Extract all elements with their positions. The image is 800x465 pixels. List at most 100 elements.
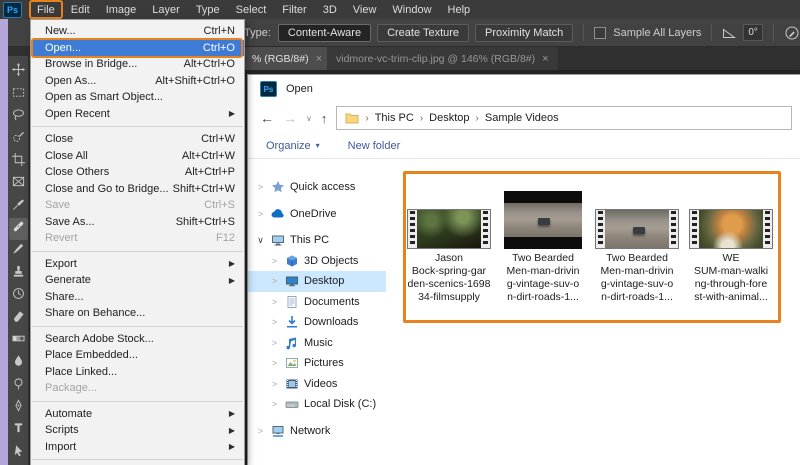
sidebar-item-3d-objects[interactable]: >3D Objects [248, 251, 386, 272]
file-item-2[interactable]: Two Bearded Men-man-drivin g-vintage-suv… [500, 187, 586, 304]
content-aware-button[interactable]: Content-Aware [277, 23, 372, 42]
menubar-item-file[interactable]: File [29, 0, 63, 19]
chevron-collapsed-icon[interactable]: > [256, 182, 265, 192]
menu-item-open-recent[interactable]: Open Recent ▶ [31, 106, 244, 123]
tool-blur[interactable] [9, 352, 28, 374]
new-folder-button[interactable]: New folder [348, 140, 401, 152]
tool-history-brush[interactable] [9, 285, 28, 307]
tool-crop[interactable] [9, 151, 28, 173]
menu-item-close[interactable]: Close Ctrl+W [31, 131, 244, 148]
menubar-item-edit[interactable]: Edit [63, 2, 98, 18]
sidebar-item-local-disk-c[interactable]: > Local Disk (C:) [248, 394, 386, 415]
sidebar-item-network[interactable]: > Network [248, 421, 386, 442]
menu-item-generate[interactable]: Generate ▶ [31, 272, 244, 289]
file-item-3[interactable]: Two Bearded Men-man-drivin g-vintage-suv… [594, 187, 680, 304]
menubar-item-image[interactable]: Image [98, 2, 145, 18]
tool-dodge[interactable] [9, 374, 28, 396]
chevron-collapsed-icon[interactable]: > [270, 379, 279, 389]
forward-arrow-icon[interactable]: → [283, 110, 297, 126]
breadcrumb-sample-videos[interactable]: Sample Videos [485, 112, 559, 124]
sample-all-layers-checkbox[interactable] [594, 26, 607, 39]
tool-type[interactable] [9, 419, 28, 441]
chevron-collapsed-icon[interactable]: > [270, 256, 279, 266]
chevron-collapsed-icon[interactable]: > [270, 399, 279, 409]
menu-item-close-others[interactable]: Close Others Alt+Ctrl+P [31, 164, 244, 181]
menu-item-share[interactable]: Share... [31, 289, 244, 306]
menu-item-browse-in-bridge[interactable]: Browse in Bridge... Alt+Ctrl+O [31, 56, 244, 73]
sidebar-item-desktop[interactable]: > Desktop [248, 271, 386, 292]
menubar-item-help[interactable]: Help [440, 2, 479, 18]
menu-item-place-embedded[interactable]: Place Embedded... [31, 347, 244, 364]
breadcrumb-this-pc[interactable]: This PC [375, 112, 414, 124]
menubar-item-layer[interactable]: Layer [144, 2, 188, 18]
chevron-collapsed-icon[interactable]: > [270, 297, 279, 307]
menubar-item-view[interactable]: View [345, 2, 385, 18]
create-texture-button[interactable]: Create Texture [377, 23, 470, 42]
chevron-collapsed-icon[interactable]: > [270, 317, 279, 327]
tool-brush[interactable] [9, 240, 28, 262]
chevron-collapsed-icon[interactable]: > [256, 209, 265, 219]
sidebar-item-this-pc[interactable]: ∨ This PC [248, 230, 386, 251]
proximity-match-button[interactable]: Proximity Match [475, 23, 574, 42]
sidebar-item-quick-access[interactable]: > Quick access [248, 177, 386, 198]
menubar-item-filter[interactable]: Filter [274, 2, 314, 18]
file-item-4[interactable]: WE SUM-man-walki ng-through-fore st-with… [688, 187, 774, 304]
menu-item-share-on-behance[interactable]: Share on Behance... [31, 305, 244, 322]
tool-quick-selection[interactable] [9, 128, 28, 150]
up-arrow-icon[interactable]: ↑ [321, 111, 328, 126]
tool-marquee[interactable] [9, 83, 28, 105]
menubar-item-select[interactable]: Select [228, 2, 275, 18]
menu-item-import[interactable]: Import ▶ [31, 439, 244, 456]
document-tab-2[interactable]: vidmore-vc-trim-clip.jpg @ 146% (RGB/8#)… [327, 47, 558, 70]
chevron-collapsed-icon[interactable]: > [270, 276, 279, 286]
organize-button[interactable]: Organize ▾ [266, 140, 320, 152]
tool-eyedropper[interactable] [9, 195, 28, 217]
sidebar-item-music[interactable]: > Music [248, 333, 386, 354]
close-icon[interactable]: × [542, 53, 548, 65]
document-tab-1[interactable]: % (RGB/8#) × [243, 47, 332, 70]
close-icon[interactable]: × [316, 53, 322, 65]
angle-input[interactable]: 0° [743, 24, 763, 41]
breadcrumb-desktop[interactable]: Desktop [429, 112, 469, 124]
menu-item-package[interactable]: Package... [31, 380, 244, 397]
chevron-expanded-icon[interactable]: ∨ [256, 235, 265, 246]
tool-spot-healing-brush[interactable] [8, 217, 28, 241]
tool-pen[interactable] [9, 397, 28, 419]
tool-move[interactable] [9, 61, 28, 83]
tool-clone-stamp[interactable] [9, 263, 28, 285]
history-dropdown-icon[interactable]: ∨ [306, 114, 312, 123]
menubar-item-3d[interactable]: 3D [315, 2, 345, 18]
menu-item-open-as-smart-object[interactable]: Open as Smart Object... [31, 89, 244, 106]
menu-item-place-linked[interactable]: Place Linked... [31, 364, 244, 381]
menu-item-automate[interactable]: Automate ▶ [31, 406, 244, 423]
menu-item-save[interactable]: Save Ctrl+S [31, 197, 244, 214]
sidebar-item-documents[interactable]: > Documents [248, 292, 386, 313]
sidebar-item-pictures[interactable]: > Pictures [248, 353, 386, 374]
menu-item-close-all[interactable]: Close All Alt+Ctrl+W [31, 148, 244, 165]
tool-lasso[interactable] [9, 106, 28, 128]
menu-item-scripts[interactable]: Scripts ▶ [31, 422, 244, 439]
back-arrow-icon[interactable]: ← [260, 110, 274, 126]
chevron-collapsed-icon[interactable]: > [270, 338, 279, 348]
tool-frame[interactable] [9, 173, 28, 195]
chevron-collapsed-icon[interactable]: > [256, 426, 265, 436]
sidebar-item-videos[interactable]: > Videos [248, 374, 386, 395]
sidebar-item-downloads[interactable]: > Downloads [248, 312, 386, 333]
tool-gradient[interactable] [9, 330, 28, 352]
menu-item-search-adobe-stock[interactable]: Search Adobe Stock... [31, 331, 244, 348]
menu-item-revert[interactable]: Revert F12 [31, 230, 244, 247]
address-bar[interactable]: › This PC › Desktop › Sample Videos [336, 106, 792, 130]
menu-item-close-and-go-to-bridge[interactable]: Close and Go to Bridge... Shift+Ctrl+W [31, 181, 244, 198]
tool-path-selection[interactable] [9, 442, 28, 464]
dialog-title-bar[interactable]: Ps Open [248, 75, 800, 103]
menu-item-open[interactable]: Open... Ctrl+O [31, 37, 244, 58]
menu-item-save-as[interactable]: Save As... Shift+Ctrl+S [31, 214, 244, 231]
menu-item-new[interactable]: New... Ctrl+N [31, 23, 244, 40]
file-item-1[interactable]: Jason Bock-spring-gar den-scenics-1698 3… [406, 187, 492, 304]
tool-eraser[interactable] [9, 307, 28, 329]
sidebar-item-onedrive[interactable]: > OneDrive [248, 204, 386, 225]
tablet-pressure-icon[interactable] [784, 25, 800, 41]
menubar-item-type[interactable]: Type [188, 2, 228, 18]
menubar-item-window[interactable]: Window [384, 2, 439, 18]
menu-item-open-as[interactable]: Open As... Alt+Shift+Ctrl+O [31, 73, 244, 90]
